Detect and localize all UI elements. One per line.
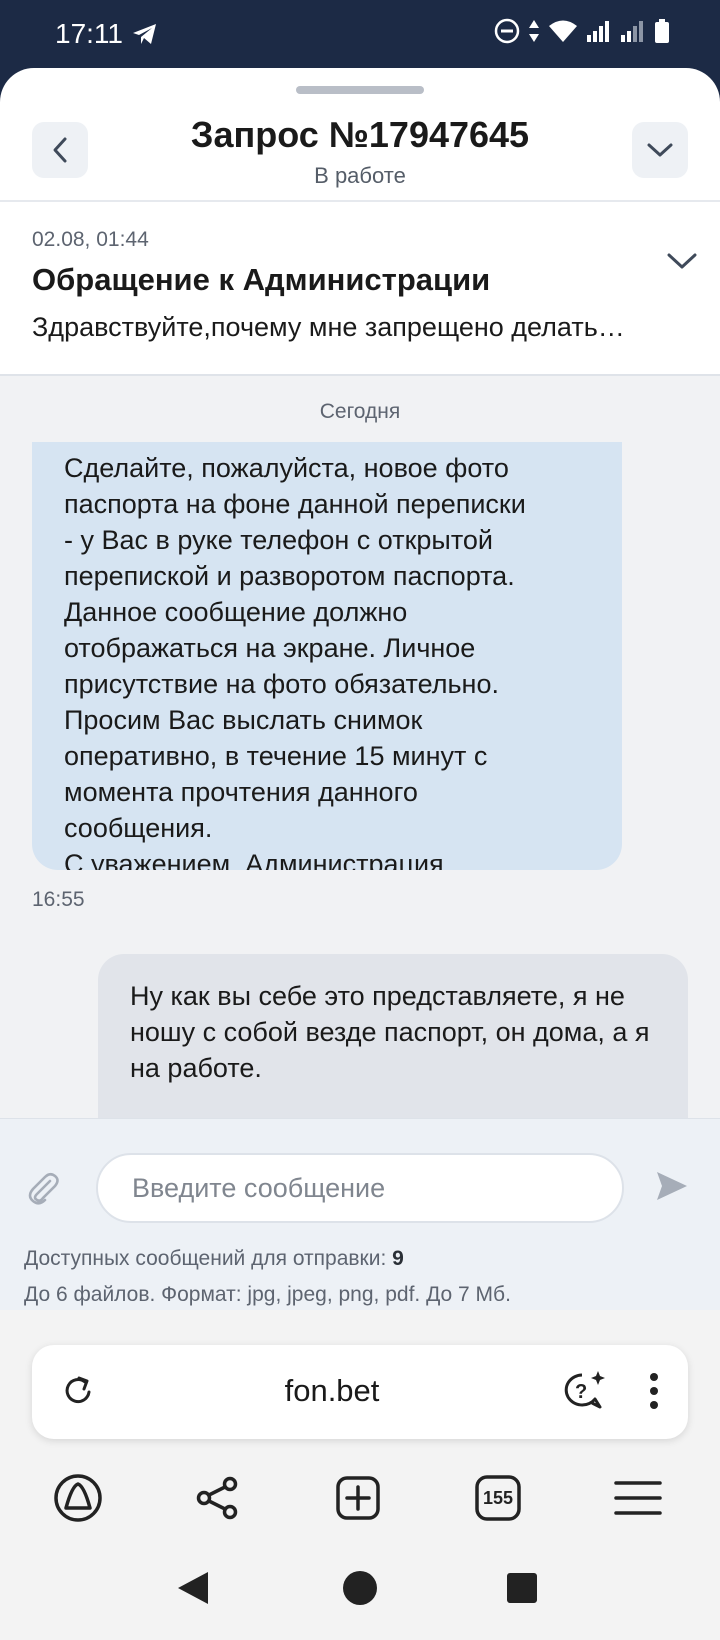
data-arrows-icon: [529, 20, 539, 42]
tabs-icon[interactable]: 155: [470, 1470, 526, 1526]
wifi-icon: [549, 20, 577, 42]
outgoing-message: Ну как вы себе это представляете, я не н…: [98, 954, 688, 1118]
request-status: В работе: [314, 163, 406, 188]
status-icons: [494, 18, 670, 44]
battery-icon: [655, 19, 669, 43]
topic-title: Обращение к Администрации: [32, 262, 491, 297]
status-time: 17:11: [55, 18, 123, 49]
signal-2-icon: [621, 21, 643, 42]
signal-icon: [587, 21, 609, 42]
hamburger-menu-icon[interactable]: [610, 1470, 666, 1526]
messages-quota: Доступных сообщений для отправки: 9: [24, 1247, 404, 1271]
sheet-grab-handle[interactable]: [296, 86, 424, 94]
tab-count: 155: [482, 1487, 514, 1508]
quota-value: 9: [392, 1247, 404, 1270]
svg-text:?: ?: [575, 1381, 587, 1403]
quota-label: Доступных сообщений для отправки:: [24, 1247, 393, 1270]
kebab-menu-icon[interactable]: [648, 1371, 660, 1416]
message-input[interactable]: [96, 1153, 624, 1223]
request-sheet: Запрос №17947645 В работе 02.08, 01:44 О…: [0, 68, 720, 1328]
url-text[interactable]: fon.bet: [32, 1373, 632, 1409]
page-title: Запрос №17947645: [190, 114, 530, 155]
paperclip-icon[interactable]: [24, 1169, 62, 1212]
topic-preview: Здравствуйте,почему мне запрещено делать…: [32, 312, 625, 342]
incoming-message: Сделайте, пожалуйста, новое фото паспорт…: [32, 442, 622, 870]
day-separator: Сегодня: [319, 400, 401, 423]
system-home-icon[interactable]: [342, 1570, 378, 1611]
system-recents-icon[interactable]: [506, 1572, 538, 1609]
dnd-icon: [494, 18, 520, 44]
share-icon[interactable]: [190, 1470, 246, 1526]
chevron-down-icon: [647, 143, 673, 157]
topic-date: 02.08, 01:44: [32, 228, 149, 251]
telegram-icon: [132, 22, 158, 51]
system-back-icon[interactable]: [176, 1570, 210, 1611]
message-time: 16:55: [32, 888, 85, 911]
collapse-button[interactable]: [632, 122, 688, 178]
alice-icon[interactable]: [50, 1470, 106, 1526]
status-bar: 17:11: [0, 0, 720, 70]
request-topic[interactable]: 02.08, 01:44 Обращение к Администрации З…: [0, 202, 720, 376]
assistant-chat-icon[interactable]: ?: [562, 1369, 608, 1418]
new-tab-icon[interactable]: [330, 1470, 386, 1526]
file-limits: До 6 файлов. Формат: jpg, jpeg, png, pdf…: [24, 1283, 511, 1306]
message-composer: Доступных сообщений для отправки: 9 До 6…: [0, 1118, 720, 1328]
expand-topic-icon[interactable]: [666, 250, 698, 277]
chat-thread[interactable]: Сегодня Сделайте, пожалуйста, новое фото…: [0, 376, 720, 1118]
send-icon[interactable]: [656, 1171, 688, 1206]
address-bar[interactable]: fon.bet ?: [32, 1345, 688, 1439]
